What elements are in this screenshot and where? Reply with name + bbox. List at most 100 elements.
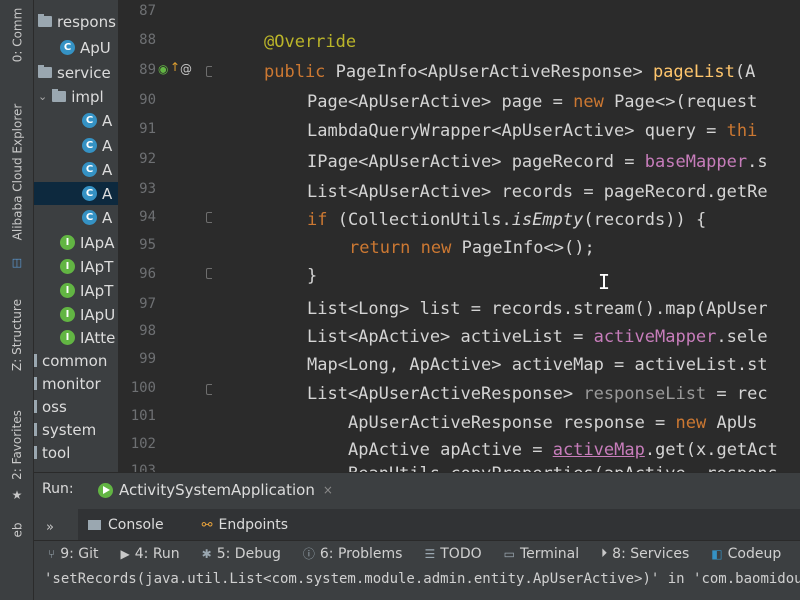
code-text: .sele bbox=[716, 327, 768, 347]
code-line-91: LambdaQueryWrapper<ApUserActive> query =… bbox=[307, 121, 757, 141]
interface-icon: I bbox=[60, 259, 75, 274]
git-tool-button[interactable]: ⑂ 9: Git bbox=[48, 546, 99, 562]
tree-item-interface[interactable]: I IApU bbox=[60, 303, 115, 326]
class-icon: C bbox=[82, 210, 97, 225]
tree-item-impl-folder[interactable]: ⌄ impl bbox=[38, 85, 104, 108]
tree-item-module-common[interactable]: common bbox=[34, 349, 107, 372]
line-number: 99 bbox=[139, 351, 156, 367]
module-icon bbox=[34, 446, 37, 459]
code-text: PageInfo<ApUserActiveResponse> bbox=[325, 62, 653, 82]
services-tool-button[interactable]: ⏵ 8: Services bbox=[601, 546, 689, 562]
class-icon: C bbox=[60, 40, 75, 55]
structure-tool-tab[interactable]: Z: Structure bbox=[0, 280, 34, 390]
star-icon: ★ bbox=[11, 488, 23, 502]
tree-item-class[interactable]: C A bbox=[82, 158, 112, 181]
tree-item-label: tool bbox=[42, 443, 71, 462]
tree-item-label: IAtte bbox=[80, 328, 116, 347]
tree-item-label: oss bbox=[42, 397, 67, 416]
tree-item-service-folder[interactable]: service bbox=[38, 61, 111, 84]
code-line-95: return new PageInfo<>(); bbox=[349, 238, 595, 258]
tree-item-label: IApA bbox=[80, 233, 115, 252]
tree-item-label: common bbox=[42, 351, 108, 370]
tree-item-label: IApU bbox=[80, 305, 116, 324]
git-tool-label: 9: Git bbox=[60, 545, 99, 562]
keyword-token: new bbox=[675, 413, 707, 433]
more-tabs-chevron-icon[interactable]: » bbox=[46, 520, 54, 535]
commit-tool-tab[interactable]: 0: Comm bbox=[0, 0, 34, 70]
line-number: 100 bbox=[130, 380, 156, 396]
tree-item-interface[interactable]: I IApA bbox=[60, 231, 114, 254]
tree-item-class-selected[interactable]: C A bbox=[34, 182, 118, 205]
keyword-token: if bbox=[307, 210, 328, 230]
tree-item-label: A bbox=[102, 184, 113, 203]
keyword-token: new bbox=[420, 238, 452, 258]
cloud-explorer-icon: ◫ bbox=[11, 255, 23, 269]
tree-item-class[interactable]: C A bbox=[82, 109, 112, 132]
keyword-token: public bbox=[264, 62, 326, 82]
code-line-101: ApUserActiveResponse response = new ApUs bbox=[348, 413, 757, 433]
implements-marker-icon[interactable]: ◉ bbox=[158, 62, 168, 76]
tab-console[interactable]: Console bbox=[88, 517, 164, 533]
tree-item-responses-folder[interactable]: respons bbox=[38, 10, 116, 33]
field-token: baseMapper bbox=[644, 152, 748, 172]
tree-item-module-oss[interactable]: oss bbox=[34, 395, 67, 418]
eb-tool-tab[interactable]: eb bbox=[0, 518, 34, 542]
line-number: 93 bbox=[139, 181, 156, 197]
tab-endpoints[interactable]: ⚯ Endpoints bbox=[202, 517, 289, 533]
tree-item-module-monitor[interactable]: monitor bbox=[34, 372, 101, 395]
code-text: Page<>(request bbox=[603, 92, 758, 112]
code-line-89: public PageInfo<ApUserActiveResponse> pa… bbox=[264, 62, 755, 82]
line-number: 88 bbox=[139, 32, 156, 48]
field-token: activeMapper bbox=[593, 327, 717, 347]
favorites-tool-tab[interactable]: 2: Favorites bbox=[0, 395, 34, 495]
tree-item-interface[interactable]: I IApT bbox=[60, 255, 113, 278]
code-line-103: BeanUtils.copyProperties(apActive, respo… bbox=[348, 464, 778, 472]
chevron-down-icon[interactable]: ⌄ bbox=[38, 90, 47, 103]
line-number: 87 bbox=[139, 3, 156, 19]
override-arrow-icon[interactable]: ↑ bbox=[170, 60, 180, 74]
status-bar: 'setRecords(java.util.List<com.system.mo… bbox=[34, 566, 800, 600]
run-config-tab[interactable]: ActivitySystemApplication × bbox=[98, 481, 333, 499]
todo-icon: ☰ bbox=[424, 546, 436, 561]
unused-variable-token: responseList bbox=[583, 384, 707, 404]
code-text: List<Long> list = records.stream().map(A… bbox=[307, 299, 768, 319]
codeup-tool-button[interactable]: ◧ Codeup bbox=[711, 546, 781, 562]
run-tool-button[interactable]: ▶ 4: Run bbox=[121, 546, 180, 562]
tree-item-class[interactable]: C A bbox=[82, 134, 112, 157]
code-text: .s bbox=[747, 152, 768, 172]
tree-item-module-tool[interactable]: tool bbox=[34, 441, 70, 464]
method-name-token: pageList bbox=[652, 62, 735, 82]
close-icon[interactable]: × bbox=[323, 483, 333, 497]
code-text: BeanUtils.copyProperties(apActive, respo… bbox=[348, 464, 778, 472]
code-text: Map<Long, ApActive> activeMap = activeLi… bbox=[307, 355, 768, 375]
run-icon: ▶ bbox=[120, 546, 130, 561]
text-cursor: I bbox=[598, 270, 611, 294]
todo-tool-button[interactable]: ☰ TODO bbox=[424, 546, 481, 562]
tree-item-interface[interactable]: I IApT bbox=[60, 279, 113, 302]
static-method-token: isEmpty bbox=[511, 210, 584, 230]
tree-item-class[interactable]: C ApU bbox=[60, 36, 111, 59]
debug-tool-button[interactable]: ✱ 5: Debug bbox=[202, 546, 281, 562]
code-text: (A bbox=[734, 62, 756, 82]
annotation-marker-icon[interactable]: @ bbox=[180, 62, 192, 76]
tree-item-interface[interactable]: I IAtte bbox=[60, 326, 115, 349]
line-number: 94 bbox=[139, 209, 156, 225]
tree-item-label: impl bbox=[71, 87, 104, 106]
alibaba-cloud-explorer-tab[interactable]: Alibaba Cloud Explorer bbox=[0, 72, 34, 272]
code-line-99: Map<Long, ApActive> activeMap = activeLi… bbox=[307, 355, 768, 375]
tree-item-label: monitor bbox=[42, 374, 101, 393]
keyword-token: new bbox=[573, 92, 604, 112]
class-icon: C bbox=[82, 138, 97, 153]
terminal-tool-button[interactable]: ▭ Terminal bbox=[504, 546, 580, 562]
codeup-icon: ◧ bbox=[711, 546, 723, 561]
code-line-102: ApActive apActive = activeMap.get(x.getA… bbox=[348, 440, 778, 460]
commit-tab-label: 0: Comm bbox=[10, 7, 24, 63]
code-text: ApUs bbox=[706, 413, 758, 433]
tree-item-class[interactable]: C A bbox=[82, 206, 112, 229]
code-line-98: List<ApActive> activeList = activeMapper… bbox=[307, 327, 768, 347]
code-line-100: List<ApUserActiveResponse> responseList … bbox=[307, 384, 768, 404]
code-text: ApUserActiveResponse response = bbox=[348, 413, 676, 433]
problems-tool-button[interactable]: ⓘ 6: Problems bbox=[303, 545, 403, 562]
line-number: 95 bbox=[139, 237, 156, 253]
tree-item-module-system[interactable]: system bbox=[34, 418, 96, 441]
